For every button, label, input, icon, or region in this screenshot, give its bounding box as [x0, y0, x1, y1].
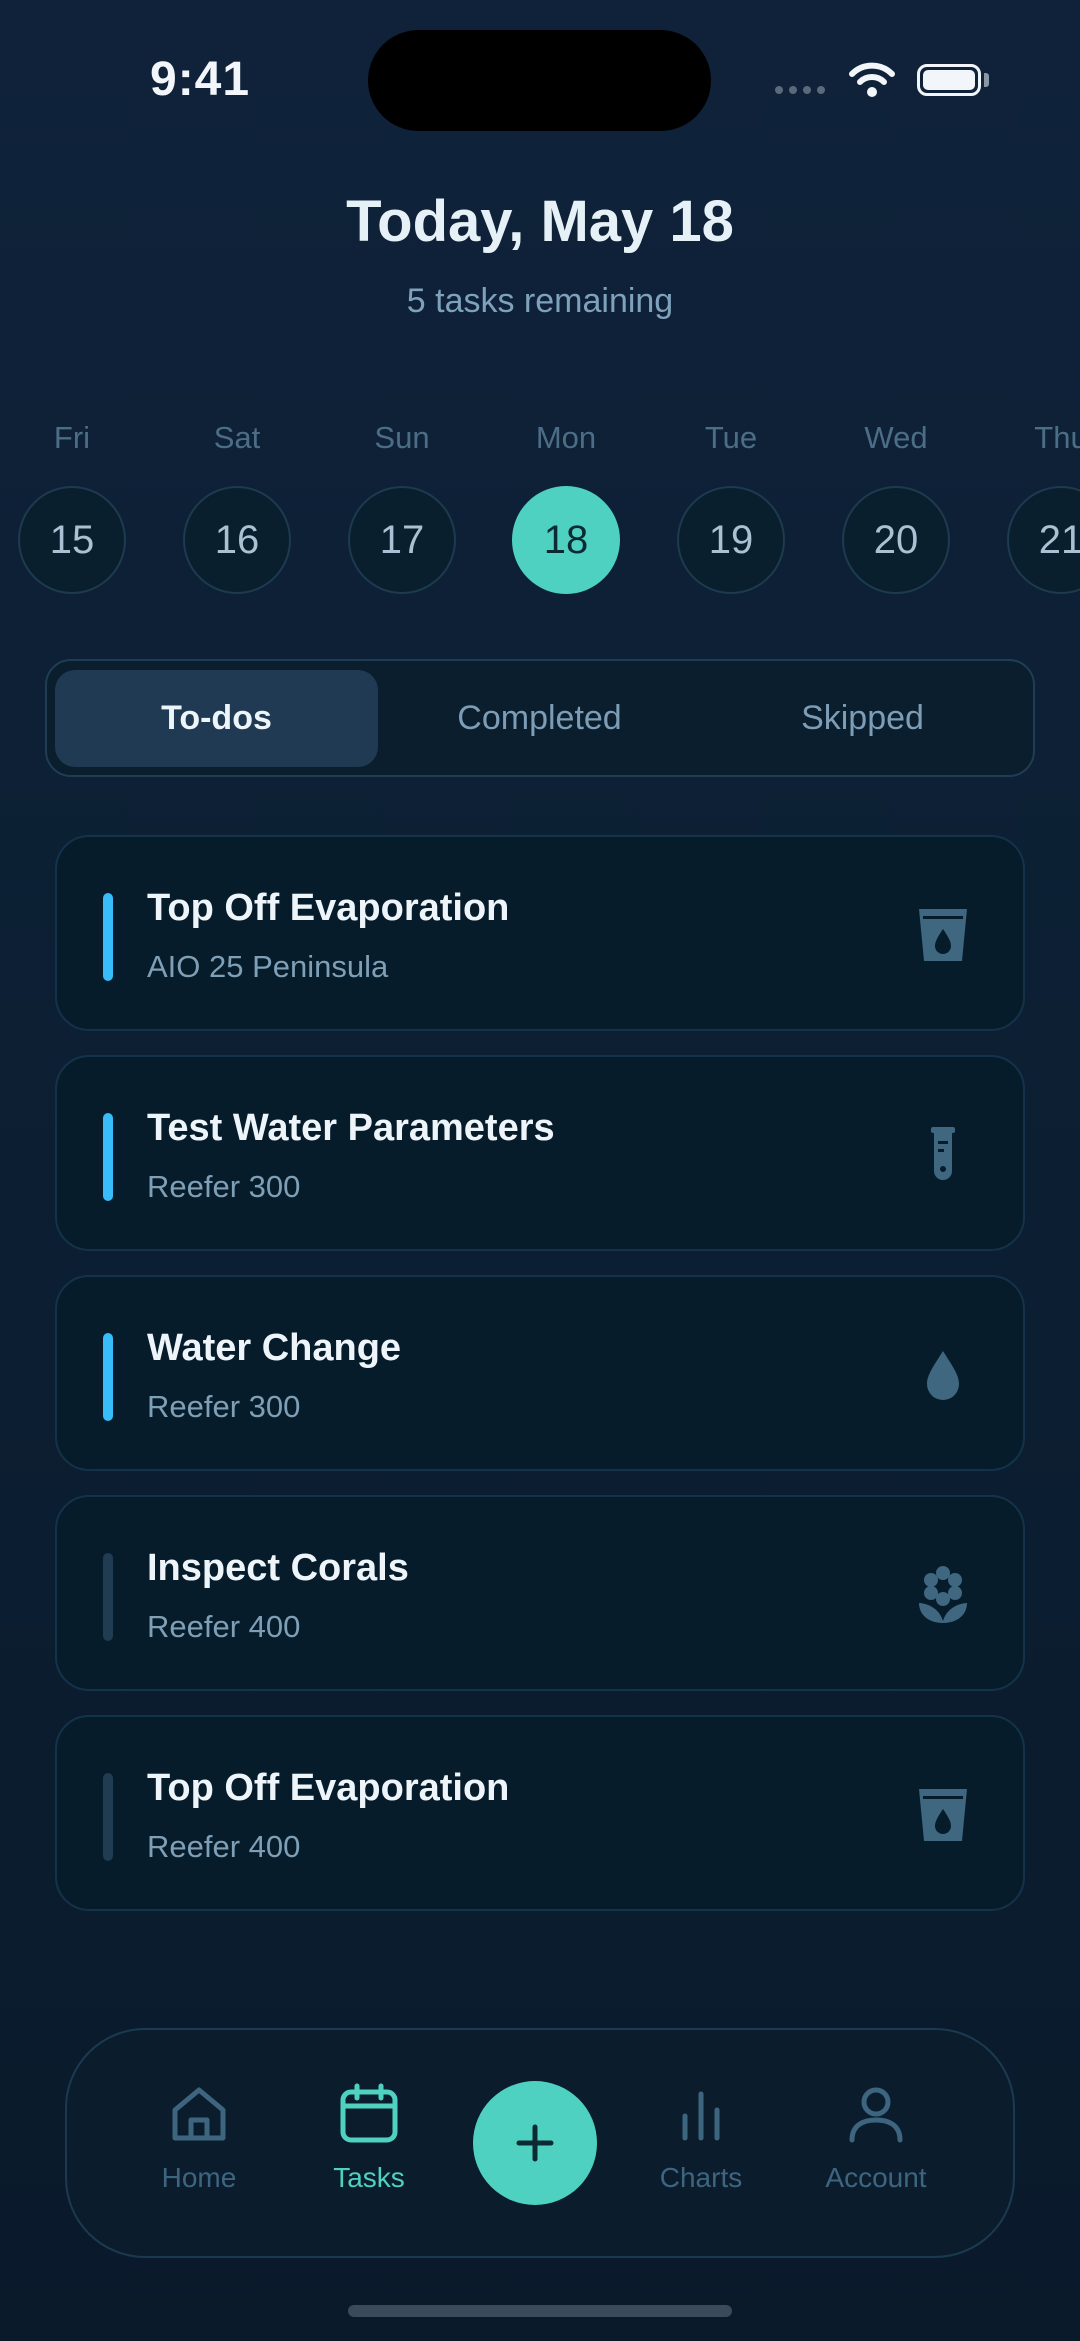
nav-tasks[interactable]: Tasks	[294, 2082, 444, 2194]
priority-bar	[103, 893, 113, 981]
cellular-signal-icon	[775, 86, 825, 94]
tab-skipped[interactable]: Skipped	[701, 670, 1024, 767]
day-number: 16	[183, 486, 291, 594]
day-number: 20	[842, 486, 950, 594]
task-card[interactable]: Water Change Reefer 300	[55, 1275, 1025, 1471]
home-icon	[172, 2087, 226, 2141]
task-title: Test Water Parameters	[147, 1107, 555, 1149]
add-task-button[interactable]	[473, 2081, 597, 2205]
wifi-icon	[849, 62, 895, 97]
plus-icon	[516, 2124, 554, 2162]
priority-bar	[103, 1773, 113, 1861]
task-title: Top Off Evaporation	[147, 887, 510, 929]
nav-account-label: Account	[825, 2162, 927, 2193]
task-card[interactable]: Top Off Evaporation AIO 25 Peninsula	[55, 835, 1025, 1031]
day-number: 15	[18, 486, 126, 594]
day-thu[interactable]: Thu 21	[1007, 418, 1080, 594]
day-name: Wed	[864, 420, 928, 455]
page-title: Today, May 18	[346, 189, 734, 254]
task-title: Inspect Corals	[147, 1547, 409, 1589]
cup-drop-icon	[919, 909, 967, 961]
day-sun[interactable]: Sun 17	[348, 418, 456, 594]
day-mon[interactable]: Mon 18	[512, 418, 620, 594]
day-name: Mon	[535, 420, 597, 455]
task-tank: AIO 25 Peninsula	[147, 949, 389, 984]
task-tank: Reefer 400	[147, 1609, 301, 1644]
day-name: Sat	[213, 420, 261, 455]
day-number: 21	[1007, 486, 1080, 594]
dynamic-island	[368, 30, 711, 131]
tab-todos[interactable]: To-dos	[55, 670, 378, 767]
nav-tasks-label: Tasks	[333, 2162, 405, 2193]
priority-bar	[103, 1113, 113, 1201]
nav-home[interactable]: Home	[124, 2082, 274, 2194]
nav-account[interactable]: Account	[801, 2082, 951, 2194]
task-card[interactable]: Top Off Evaporation Reefer 400	[55, 1715, 1025, 1911]
day-fri[interactable]: Fri 15	[18, 418, 126, 594]
tasks-remaining-label: 5 tasks remaining	[406, 282, 674, 320]
nav-charts[interactable]: Charts	[626, 2082, 776, 2194]
battery-icon	[917, 64, 981, 96]
day-name: Thu	[1034, 420, 1080, 455]
priority-bar	[103, 1553, 113, 1641]
user-icon	[849, 2087, 903, 2143]
nav-charts-label: Charts	[659, 2162, 743, 2193]
task-title: Water Change	[147, 1327, 402, 1369]
task-tank: Reefer 300	[147, 1389, 301, 1424]
day-tue[interactable]: Tue 19	[677, 418, 785, 594]
priority-bar	[103, 1333, 113, 1421]
test-tube-icon	[931, 1127, 955, 1180]
status-time: 9:41	[150, 53, 251, 106]
cup-drop-icon	[919, 1789, 967, 1841]
day-number: 17	[348, 486, 456, 594]
water-drop-icon	[927, 1351, 959, 1400]
task-tank: Reefer 300	[147, 1169, 301, 1204]
task-title: Top Off Evaporation	[147, 1767, 510, 1809]
day-name: Fri	[53, 420, 91, 455]
day-name: Tue	[704, 420, 758, 455]
task-card[interactable]: Test Water Parameters Reefer 300	[55, 1055, 1025, 1251]
tab-completed[interactable]: Completed	[378, 670, 701, 767]
task-tank: Reefer 400	[147, 1829, 301, 1864]
day-wed[interactable]: Wed 20	[842, 418, 950, 594]
day-number: 19	[677, 486, 785, 594]
day-thu-clip: Thu 21	[1007, 418, 1080, 608]
coral-flower-icon	[919, 1566, 967, 1623]
home-indicator	[348, 2305, 732, 2317]
battery-tip	[984, 73, 989, 87]
day-name: Sun	[374, 420, 430, 455]
bar-chart-icon	[682, 2091, 720, 2141]
calendar-icon	[340, 2083, 398, 2143]
task-card[interactable]: Inspect Corals Reefer 400	[55, 1495, 1025, 1691]
day-sat[interactable]: Sat 16	[183, 418, 291, 594]
nav-home-label: Home	[161, 2162, 237, 2193]
day-number: 18	[512, 486, 620, 594]
